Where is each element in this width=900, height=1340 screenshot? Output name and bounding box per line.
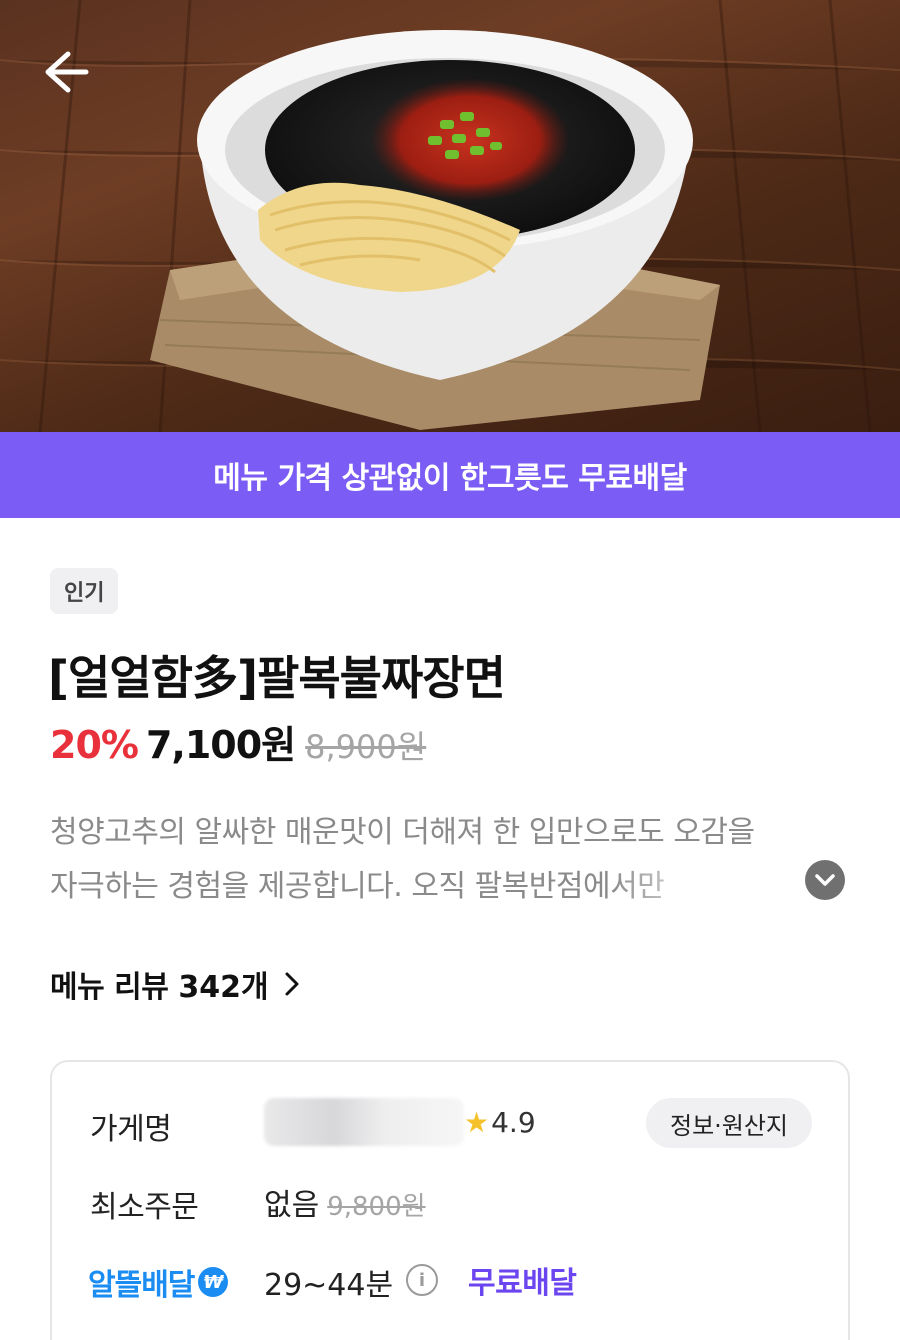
menu-description: 청양고추의 알싸한 매운맛이 더해져 한 입만으로도 오감을 자극하는 경험을 … (50, 806, 850, 914)
won-coin-icon: ₩ (198, 1267, 229, 1297)
sale-price: 7,100원 (145, 723, 296, 767)
min-order: 없음 9,800원 (264, 1180, 426, 1224)
arrow-left-icon (45, 51, 89, 93)
chevron-down-icon (815, 874, 835, 886)
delivery-time: 29~44분 (264, 1268, 394, 1303)
store-name-blurred[interactable] (264, 1098, 464, 1146)
chevron-right-icon (285, 972, 299, 996)
jjajangmyeon-photo (0, 0, 900, 432)
store-rating: ★ 4.9 (464, 1106, 536, 1139)
store-info-card: 가게명 ★ 4.9 정보·원산지 최소주문 없음 9,800원 알뜰배달 ₩ 2… (50, 1060, 850, 1340)
price-row: 20% 7,100원 8,900원 (50, 714, 426, 769)
banner-text: 메뉴 가격 상관없이 한그릇도 무료배달 (213, 461, 687, 496)
popular-tag: 인기 (50, 568, 119, 614)
original-price: 8,900원 (305, 728, 427, 766)
expand-description-button[interactable] (805, 860, 845, 900)
back-button[interactable] (34, 44, 94, 100)
info-icon[interactable]: i (406, 1264, 438, 1296)
description-line-1: 청양고추의 알싸한 매운맛이 더해져 한 입만으로도 오감을 (50, 815, 755, 850)
min-order-original: 9,800원 (327, 1192, 426, 1222)
min-order-value: 없음 (264, 1188, 320, 1223)
store-name-label: 가게명 (90, 1112, 172, 1147)
rating-value: 4.9 (491, 1106, 536, 1139)
delivery-type-badge: 알뜰배달 ₩ (88, 1260, 229, 1304)
menu-review-link[interactable]: 메뉴 리뷰 342개 (50, 962, 301, 1006)
free-delivery-banner: 메뉴 가격 상관없이 한그릇도 무료배달 (0, 432, 900, 518)
review-count: 342개 (178, 970, 269, 1005)
menu-title: [얼얼함多]팔복불짜장면 (48, 651, 506, 705)
review-label: 메뉴 리뷰 (50, 970, 169, 1005)
delivery-type: 알뜰배달 (88, 1268, 195, 1303)
menu-hero-image (0, 0, 900, 432)
description-fade (610, 860, 760, 914)
discount-rate: 20% (50, 723, 139, 767)
store-info-origin-button[interactable]: 정보·원산지 (646, 1098, 812, 1148)
star-icon: ★ (464, 1106, 490, 1139)
min-order-label: 최소주문 (90, 1190, 199, 1225)
free-delivery-label: 무료배달 (468, 1266, 577, 1301)
